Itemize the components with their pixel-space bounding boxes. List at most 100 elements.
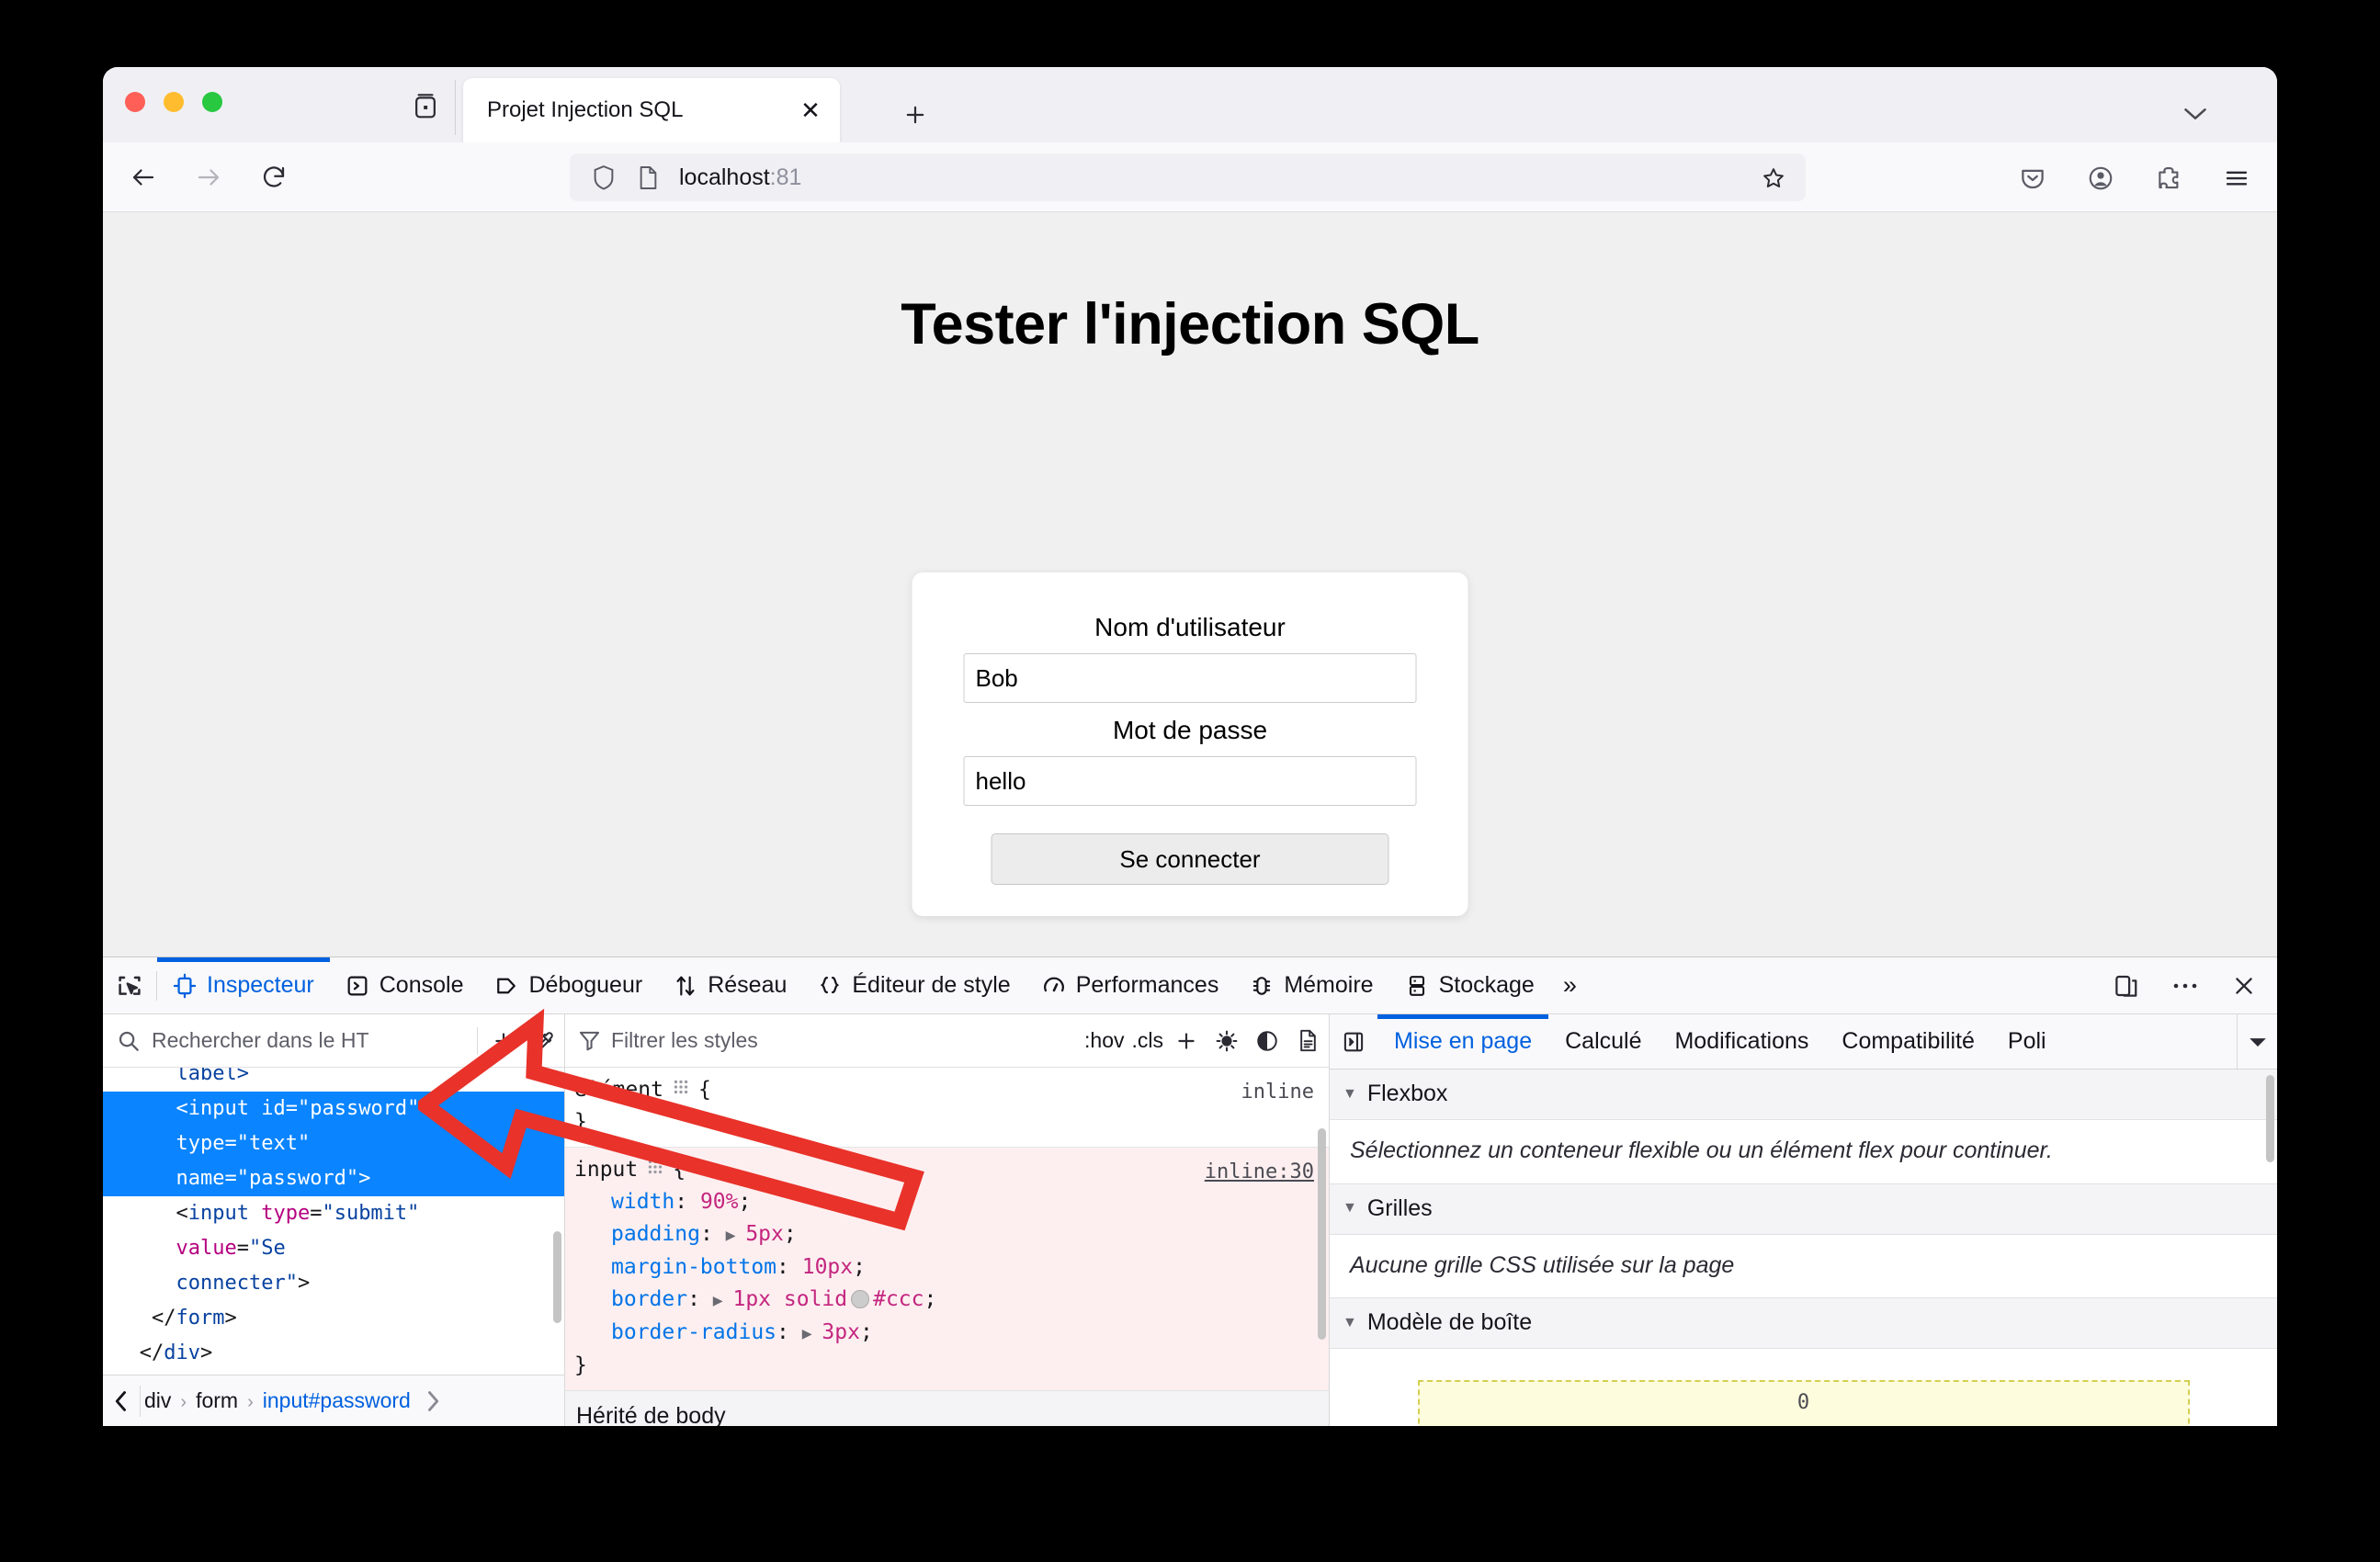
layout-tab-compatibilité[interactable]: Compatibilité bbox=[1825, 1014, 1991, 1069]
markup-line[interactable]: connecter"> bbox=[103, 1266, 564, 1301]
list-all-tabs-icon[interactable] bbox=[407, 87, 444, 124]
layout-tab-poli[interactable]: Poli bbox=[1991, 1014, 2063, 1069]
expand-triangle-icon[interactable]: ▶ bbox=[713, 1291, 733, 1310]
css-declaration[interactable]: width: 90%; bbox=[574, 1186, 1329, 1218]
chevron-down-icon[interactable] bbox=[2174, 95, 2216, 133]
rule-grid-dots-icon[interactable] bbox=[672, 1074, 690, 1106]
caret-down-icon[interactable]: ▼ bbox=[1343, 1200, 1357, 1217]
maximize-window-button[interactable] bbox=[202, 92, 222, 112]
layout-section-header[interactable]: ▼ Grilles bbox=[1330, 1183, 2277, 1235]
tab-debogueur[interactable]: Débogueur bbox=[479, 957, 658, 1014]
rule-source[interactable]: inline:30 bbox=[1205, 1156, 1314, 1188]
css-value[interactable]: 5px bbox=[745, 1222, 784, 1246]
markup-tree[interactable]: label> <input id="password" type="text" … bbox=[103, 1068, 564, 1375]
css-declaration[interactable]: border: ▶ 1px solid #ccc; bbox=[574, 1284, 1329, 1317]
account-circle-icon[interactable] bbox=[2077, 154, 2125, 202]
cls-toggle[interactable]: .cls bbox=[1128, 1028, 1168, 1053]
sun-icon[interactable] bbox=[1207, 1022, 1246, 1060]
css-property[interactable]: margin-bottom bbox=[611, 1255, 776, 1279]
css-value[interactable]: 1px solid bbox=[732, 1287, 847, 1311]
caret-down-icon[interactable]: ▼ bbox=[1343, 1315, 1357, 1331]
tab-performances[interactable]: Performances bbox=[1026, 957, 1235, 1014]
markup-line[interactable]: label> bbox=[103, 1068, 564, 1092]
reload-icon[interactable] bbox=[250, 153, 298, 201]
star-icon[interactable] bbox=[1756, 162, 1791, 195]
markup-scrollbar[interactable] bbox=[553, 1231, 561, 1323]
css-declaration[interactable]: padding: ▶ 5px; bbox=[574, 1218, 1329, 1251]
markup-line-selected[interactable]: <input id="password" bbox=[103, 1092, 564, 1126]
more-options-icon[interactable] bbox=[2165, 966, 2205, 1006]
css-property[interactable]: width bbox=[611, 1190, 674, 1214]
breadcrumb-item-div[interactable]: div bbox=[141, 1388, 175, 1412]
page-document-icon[interactable] bbox=[637, 164, 660, 191]
tab-editeur-de-style[interactable]: Éditeur de style bbox=[802, 957, 1026, 1014]
css-property[interactable]: border-radius bbox=[611, 1320, 776, 1344]
css-property[interactable]: border bbox=[611, 1287, 687, 1311]
hamburger-menu-icon[interactable] bbox=[2213, 154, 2261, 202]
caret-down-icon[interactable]: ▼ bbox=[1343, 1086, 1357, 1103]
markup-line[interactable]: </div> bbox=[103, 1336, 564, 1371]
element-picker-icon[interactable] bbox=[103, 957, 156, 1014]
css-value[interactable]: 10px bbox=[802, 1255, 853, 1279]
box-model-diagram[interactable]: 0 bbox=[1330, 1349, 2277, 1426]
markup-line-selected[interactable]: name="password"> bbox=[103, 1161, 564, 1196]
css-property[interactable]: padding bbox=[611, 1222, 700, 1246]
extensions-puzzle-icon[interactable] bbox=[2145, 154, 2193, 202]
tab-console[interactable]: Console bbox=[330, 957, 480, 1014]
pocket-save-icon[interactable] bbox=[2009, 154, 2057, 202]
password-input[interactable] bbox=[963, 756, 1417, 806]
chevron-right-icon[interactable] bbox=[414, 1389, 451, 1413]
minimize-window-button[interactable] bbox=[164, 92, 184, 112]
close-window-button[interactable] bbox=[125, 92, 145, 112]
color-swatch[interactable] bbox=[851, 1290, 870, 1308]
css-rule[interactable]: input {inline:30 width: 90%; padding: ▶ 5px… bbox=[565, 1148, 1329, 1391]
close-tab-button[interactable]: ✕ bbox=[790, 90, 831, 130]
breadcrumb-item-input-password[interactable]: input#password bbox=[259, 1388, 414, 1412]
style-filter-input[interactable]: Filtrer les styles bbox=[611, 1028, 1081, 1053]
shield-icon[interactable] bbox=[591, 164, 617, 191]
add-rule-icon[interactable] bbox=[1167, 1022, 1206, 1060]
username-input[interactable] bbox=[963, 653, 1417, 703]
browser-tab[interactable]: Projet Injection SQL ✕ bbox=[463, 78, 840, 142]
layout-tab-modifications[interactable]: Modifications bbox=[1658, 1014, 1825, 1069]
dock-to-side-icon[interactable] bbox=[2106, 966, 2147, 1006]
layout-section-header[interactable]: ▼ Flexbox bbox=[1330, 1070, 2277, 1120]
rules-scrollbar[interactable] bbox=[1318, 1128, 1326, 1340]
expand-triangle-icon[interactable]: ▶ bbox=[802, 1324, 822, 1343]
tab-memoire[interactable]: Mémoire bbox=[1234, 957, 1388, 1014]
hov-toggle[interactable]: :hov bbox=[1081, 1028, 1128, 1053]
devtools-tabs-overflow-button[interactable]: » bbox=[1550, 957, 1590, 1014]
new-tab-button[interactable] bbox=[895, 95, 935, 135]
markup-line[interactable]: value="Se bbox=[103, 1231, 564, 1266]
rules-list[interactable]: élément {inline} input {inline:30 width: 90%… bbox=[565, 1068, 1329, 1426]
layout-tab-mise-en-page[interactable]: Mise en page bbox=[1377, 1014, 1549, 1069]
layout-scrollbar[interactable] bbox=[2266, 1075, 2274, 1162]
tab-reseau[interactable]: Réseau bbox=[658, 957, 802, 1014]
markup-line[interactable]: </body> bbox=[103, 1371, 564, 1375]
add-node-icon[interactable] bbox=[483, 1021, 524, 1061]
rule-selector[interactable]: élément bbox=[574, 1074, 663, 1106]
markup-line[interactable]: </form> bbox=[103, 1301, 564, 1336]
css-declaration[interactable]: border-radius: ▶ 3px; bbox=[574, 1317, 1329, 1350]
layout-tab-calculé[interactable]: Calculé bbox=[1548, 1014, 1658, 1069]
login-submit-button[interactable]: Se connecter bbox=[991, 833, 1389, 885]
chevron-left-icon[interactable] bbox=[103, 1389, 140, 1413]
chevron-down-icon[interactable] bbox=[2237, 1014, 2277, 1069]
rule-grid-dots-icon[interactable] bbox=[646, 1154, 664, 1186]
close-devtools-icon[interactable] bbox=[2224, 966, 2264, 1006]
tab-stockage[interactable]: Stockage bbox=[1389, 957, 1550, 1014]
expand-pane-icon[interactable] bbox=[1330, 1014, 1377, 1069]
markup-search-input[interactable]: Rechercher dans le HT bbox=[152, 1028, 471, 1053]
forward-arrow-icon[interactable] bbox=[185, 153, 232, 201]
expand-triangle-icon[interactable]: ▶ bbox=[726, 1226, 746, 1245]
breadcrumb-item-form[interactable]: form bbox=[192, 1388, 242, 1412]
layout-section-header[interactable]: ▼ Modèle de boîte bbox=[1330, 1298, 2277, 1349]
url-bar[interactable]: localhost:81 bbox=[570, 153, 1806, 201]
rule-selector[interactable]: input bbox=[574, 1154, 638, 1186]
box-model-margin-area[interactable]: 0 bbox=[1417, 1380, 2190, 1426]
moon-icon[interactable] bbox=[1248, 1022, 1286, 1060]
tab-inspecteur[interactable]: Inspecteur bbox=[157, 956, 330, 1014]
box-model-margin-top-value[interactable]: 0 bbox=[1797, 1391, 1809, 1414]
css-value[interactable]: 3px bbox=[822, 1320, 860, 1344]
css-rule[interactable]: élément {inline} bbox=[565, 1068, 1329, 1148]
